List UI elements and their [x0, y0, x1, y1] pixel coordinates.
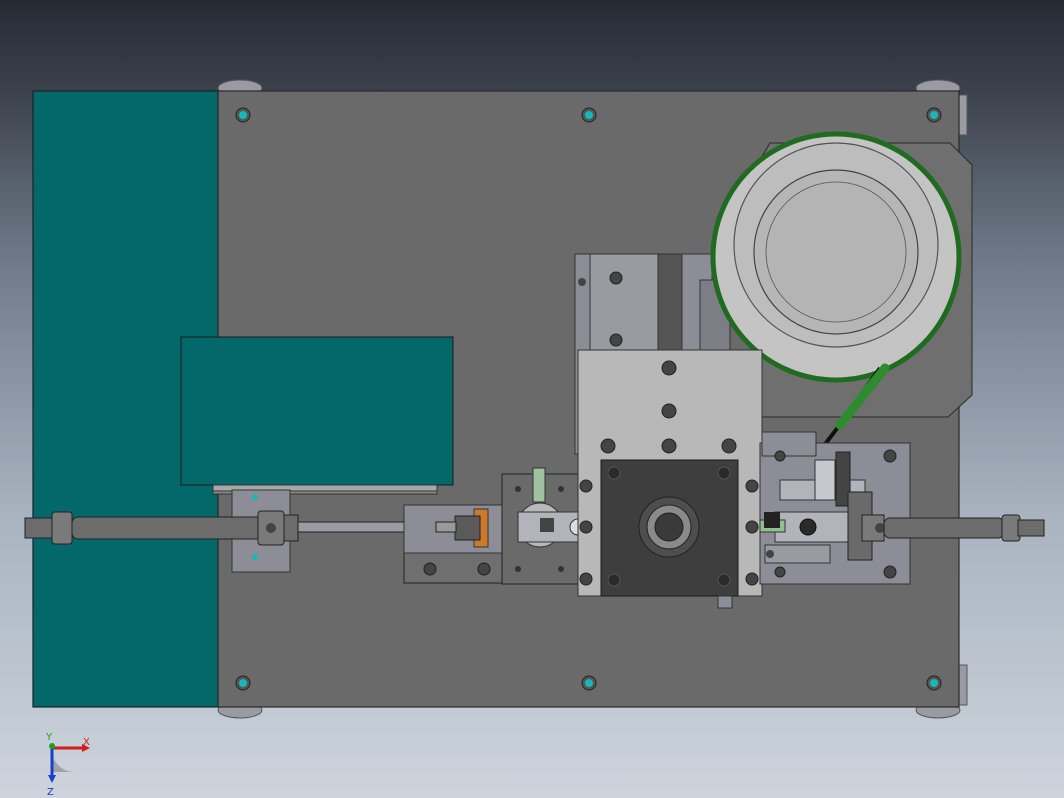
gripper-unit[interactable]: [759, 431, 911, 585]
bolt-icon: [926, 107, 942, 123]
orientation-triad: X Y Z: [45, 732, 90, 798]
vibratory-bowl-feeder[interactable]: [710, 131, 962, 383]
bolt-icon: [581, 107, 597, 123]
bolt-icon: [581, 675, 597, 691]
center-mounting-block[interactable]: [577, 349, 763, 609]
electrical-box[interactable]: [180, 336, 454, 495]
triad-z-label: Z: [47, 787, 54, 798]
bolt-icon: [235, 107, 251, 123]
right-pneumatic-cylinder[interactable]: [861, 514, 1045, 542]
left-slide-block[interactable]: [403, 504, 503, 584]
triad-x-label: X: [83, 737, 90, 748]
triad-y-label: Y: [45, 732, 53, 743]
cad-viewport[interactable]: X Y Z: [0, 0, 1064, 798]
bolt-icon: [926, 675, 942, 691]
bolt-icon: [235, 675, 251, 691]
